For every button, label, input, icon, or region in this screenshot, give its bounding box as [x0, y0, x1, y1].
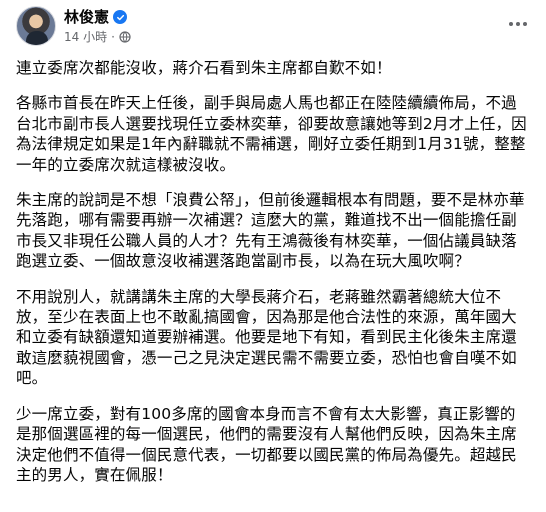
author-name[interactable]: 林俊憲 — [64, 8, 109, 27]
facebook-post: 林俊憲 14 小時 · 連立委席次都能沒收，蔣介石看到朱主席都自歎不如！ 各縣市… — [0, 0, 546, 512]
more-horizontal-icon-dot — [509, 22, 513, 26]
post-paragraph-2: 各縣市首長在昨天上任後，副手與局處人馬也都正在陸陸續續佈局，不過台北市副市長人選… — [16, 94, 527, 174]
more-options-button[interactable] — [502, 10, 534, 38]
post-timestamp[interactable]: 14 小時 — [64, 29, 107, 45]
post-paragraph-5: 少一席立委，對有100多席的國會本身而言不會有太大影響，真正影響的是那個選區裡的… — [16, 404, 517, 484]
post-paragraph-1: 連立委席次都能沒收，蔣介石看到朱主席都自歎不如！ — [16, 59, 392, 77]
more-horizontal-icon-dot — [523, 22, 527, 26]
post-header: 林俊憲 14 小時 · — [16, 4, 131, 48]
globe-icon[interactable] — [119, 30, 131, 43]
more-horizontal-icon-dot — [516, 22, 520, 26]
author-avatar[interactable] — [16, 6, 56, 46]
post-paragraph-3: 朱主席的說詞是不想「浪費公帑」，但前後邏輯根本有問題，要不是林亦華先落跑，哪有需… — [16, 191, 525, 271]
post-content: 連立委席次都能沒收，蔣介石看到朱主席都自歎不如！ 各縣市首長在昨天上任後，副手與… — [16, 58, 530, 500]
meta-separator: · — [111, 29, 115, 44]
verified-check-icon — [113, 10, 128, 24]
author-name-row: 林俊憲 — [64, 8, 131, 27]
post-paragraph-4: 不用說別人，就講講朱主席的大學長蔣介石，老蔣雖然霸著總統大位不放，至少在表面上也… — [16, 287, 517, 388]
post-meta-row: 14 小時 · — [64, 29, 131, 45]
author-block: 林俊憲 14 小時 · — [64, 8, 131, 45]
